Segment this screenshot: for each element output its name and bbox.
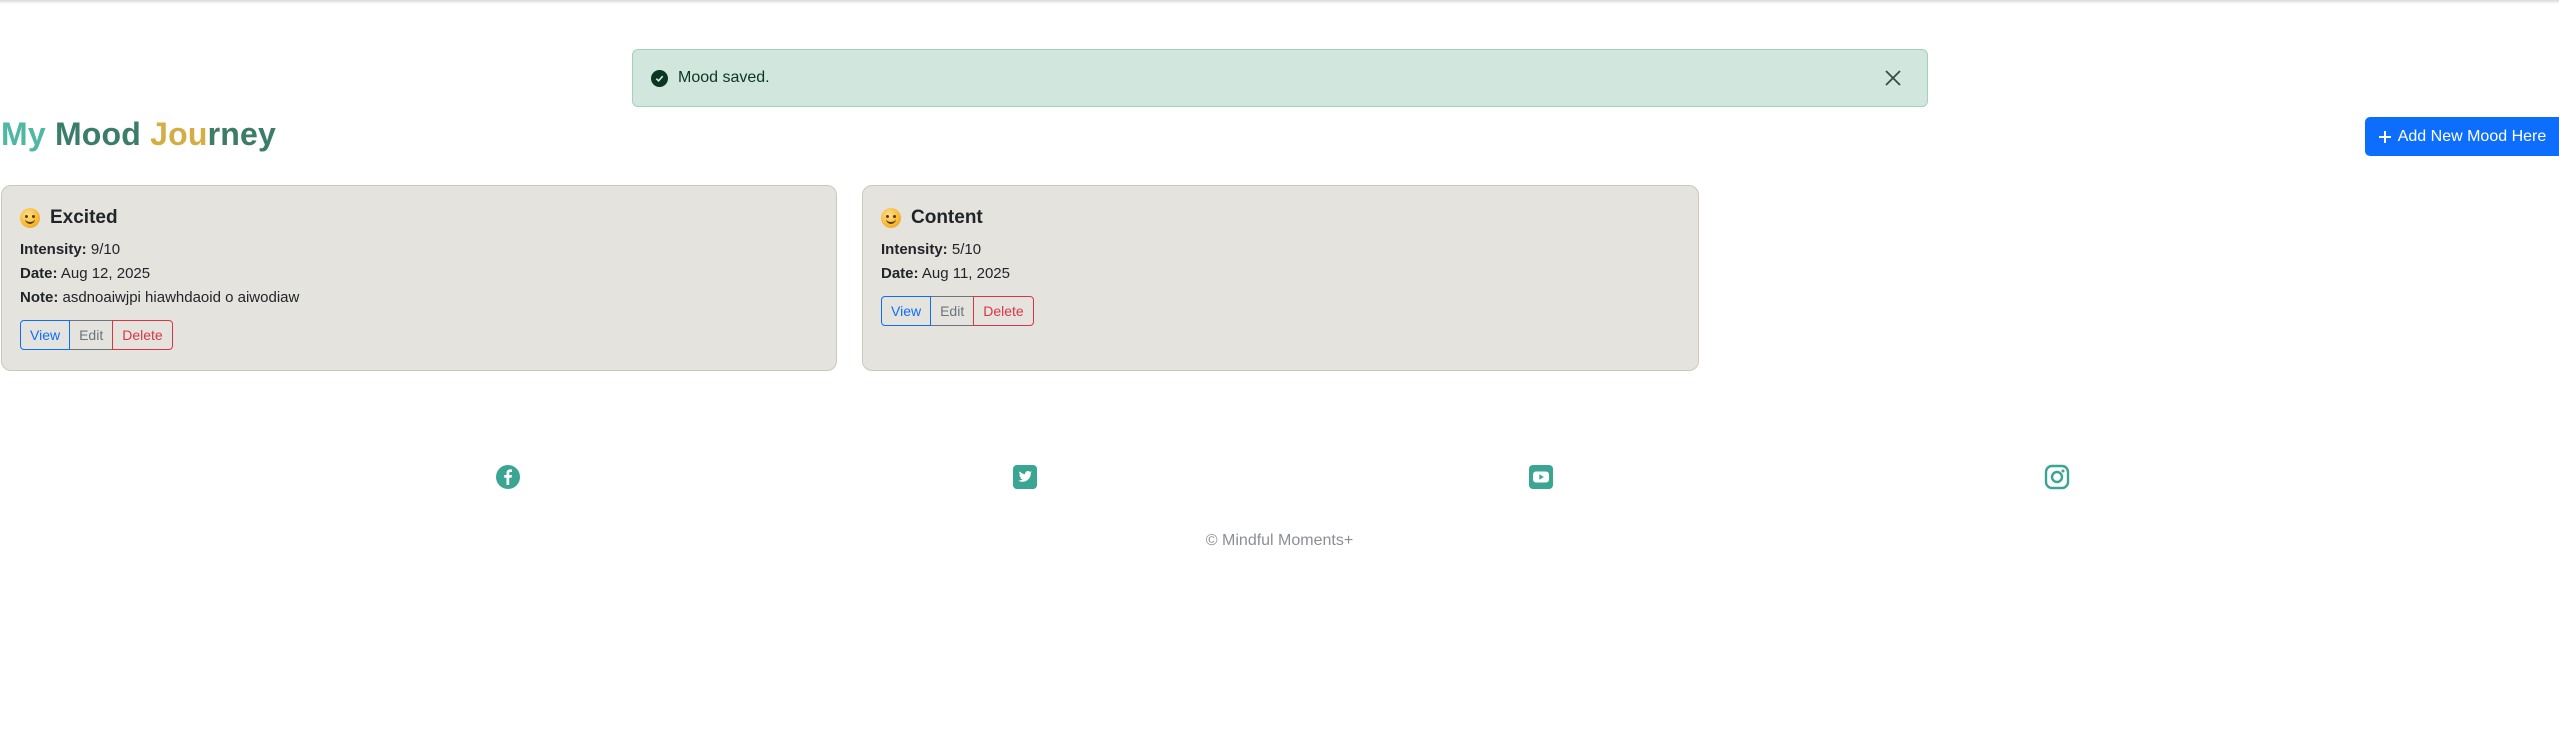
date-value: Aug 12, 2025	[60, 265, 151, 282]
mood-name: Content	[911, 207, 983, 228]
title-word-my: My	[1, 116, 46, 152]
date-row: Date: Aug 12, 2025	[20, 265, 151, 282]
date-row: Date: Aug 11, 2025	[881, 265, 1010, 282]
intensity-row: Intensity: 5/10	[881, 241, 982, 258]
close-icon[interactable]	[1883, 68, 1903, 88]
alert-message: Mood saved.	[678, 69, 770, 86]
facebook-icon[interactable]	[495, 464, 521, 490]
mood-name: Excited	[50, 207, 118, 228]
mood-card: Content Intensity: 5/10 Date: Aug 11, 20…	[862, 185, 1699, 371]
card-actions: View Edit Delete	[20, 320, 818, 350]
edit-button[interactable]: Edit	[69, 320, 114, 350]
note-value: asdnoaiwjpi hiawhdaoid o aiwodiaw	[62, 289, 300, 306]
delete-button[interactable]: Delete	[973, 296, 1034, 326]
card-actions: View Edit Delete	[881, 296, 1680, 326]
delete-button[interactable]: Delete	[112, 320, 173, 350]
footer-copyright: © Mindful Moments+	[1205, 532, 1354, 549]
edit-button[interactable]: Edit	[930, 296, 975, 326]
title-word-mood: Mood	[54, 116, 142, 152]
add-mood-button[interactable]: Add New Mood Here	[2365, 117, 2559, 156]
page-title: My Mood Journey	[1, 116, 276, 153]
intensity-value: 5/10	[951, 241, 982, 258]
smiling-face-emoji-icon	[881, 208, 901, 228]
title-word-journey: Journey	[150, 116, 277, 152]
intensity-row: Intensity: 9/10	[20, 241, 121, 258]
instagram-icon[interactable]	[2044, 464, 2070, 490]
twitter-icon[interactable]	[1012, 464, 1038, 490]
check-circle-icon	[651, 69, 668, 87]
top-shadow	[0, 0, 2559, 4]
plus-icon	[2378, 130, 2391, 143]
youtube-icon[interactable]	[1528, 464, 1554, 490]
view-button[interactable]: View	[881, 296, 932, 326]
success-alert: Mood saved.	[632, 49, 1928, 107]
add-mood-label: Add New Mood Here	[2397, 127, 2547, 145]
note-row: Note: asdnoaiwjpi hiawhdaoid o aiwodiaw	[20, 289, 300, 306]
hugging-face-emoji-icon	[20, 208, 40, 228]
intensity-value: 9/10	[90, 241, 121, 258]
view-button[interactable]: View	[20, 320, 71, 350]
date-value: Aug 11, 2025	[921, 265, 1010, 282]
mood-card: Excited Intensity: 9/10 Date: Aug 12, 20…	[1, 185, 837, 371]
